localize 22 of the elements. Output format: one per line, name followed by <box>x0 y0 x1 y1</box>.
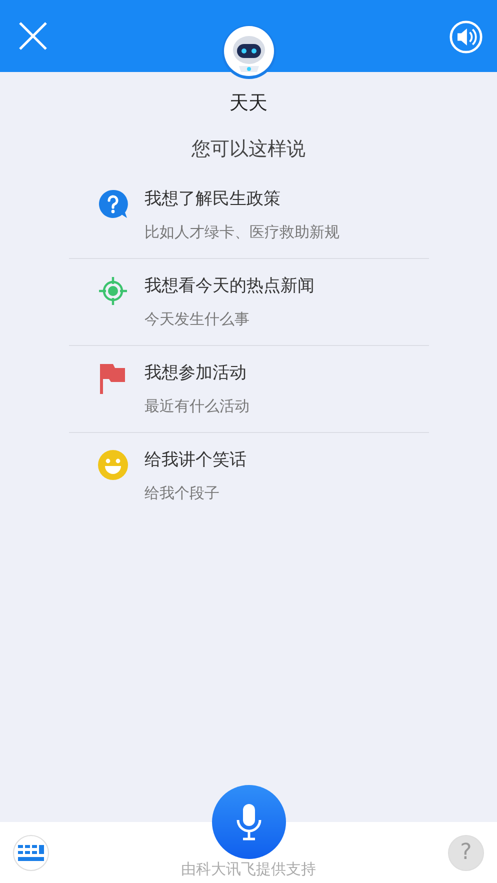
target-icon <box>96 275 128 307</box>
question-bubble-icon <box>96 188 128 220</box>
keyboard-icon <box>18 844 44 860</box>
suggestion-hint: 比如人才绿卡、医疗救助新规 <box>144 222 340 242</box>
suggestion-item[interactable]: 给我讲个笑话 给我个段子 <box>68 433 428 519</box>
prompt-heading: 您可以这样说 <box>192 137 306 162</box>
suggestion-item[interactable]: 我想看今天的热点新闻 今天发生什么事 <box>68 259 428 346</box>
suggestion-hint: 最近有什么活动 <box>144 396 250 416</box>
keyboard-button[interactable] <box>13 834 49 870</box>
suggestion-hint: 今天发生什么事 <box>144 309 250 329</box>
suggestion-title: 我想参加活动 <box>144 362 248 384</box>
credit-text: 由科大讯飞提供支持 <box>180 860 317 879</box>
suggestion-item[interactable]: 我想参加活动 最近有什么活动 <box>68 346 428 433</box>
suggestion-title: 我想看今天的热点新闻 <box>144 275 314 297</box>
suggestion-hint: 给我个段子 <box>144 483 220 503</box>
suggestion-title: 我想了解民生政策 <box>144 188 282 210</box>
smiley-icon <box>96 449 128 481</box>
suggestion-item[interactable]: 我想了解民生政策 比如人才绿卡、医疗救助新规 <box>68 172 428 259</box>
robot-avatar-icon <box>220 24 276 80</box>
suggestion-title: 给我讲个笑话 <box>144 449 246 471</box>
assistant-name: 天天 <box>230 91 268 116</box>
speaker-button[interactable] <box>449 19 483 53</box>
